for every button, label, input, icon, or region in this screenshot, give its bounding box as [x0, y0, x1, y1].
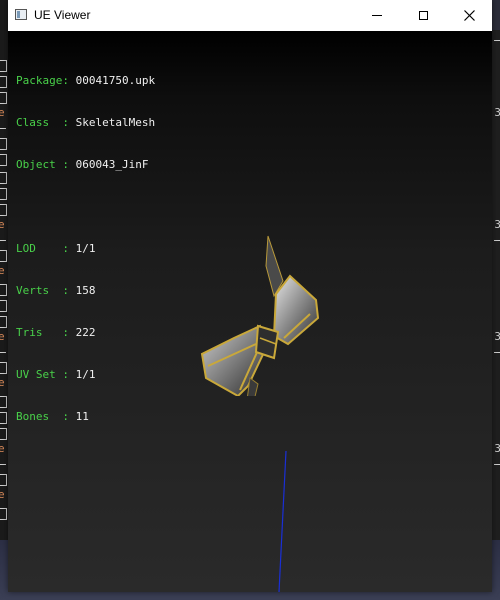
mesh-info-overlay: Package: 00041750.upk Class : SkeletalMe…: [16, 46, 155, 452]
info-row-uvset: UV Set : 1/1: [16, 368, 96, 381]
axis-line: [278, 451, 287, 592]
minimize-button[interactable]: [354, 0, 400, 31]
info-row-class: Class : SkeletalMesh: [16, 116, 156, 129]
app-icon: [15, 9, 27, 20]
background-left-strip: e e e e e e e: [0, 0, 8, 600]
maximize-icon: [418, 11, 428, 20]
info-row-package: Package: 00041750.upk: [16, 74, 156, 87]
background-right-strip: 3 3 3 3: [492, 30, 500, 600]
info-row-object: Object : 060043_JinF: [16, 158, 149, 171]
info-row-verts: Verts : 158: [16, 284, 96, 297]
info-row-bones: Bones : 11: [16, 410, 89, 423]
close-button[interactable]: [446, 0, 492, 31]
window-title: UE Viewer: [34, 8, 91, 22]
title-bar[interactable]: UE Viewer: [8, 0, 492, 31]
info-row-tris: Tris : 222: [16, 326, 96, 339]
close-icon: [463, 10, 475, 21]
3d-viewport[interactable]: Package: 00041750.upk Class : SkeletalMe…: [8, 31, 492, 592]
minimize-icon: [372, 15, 382, 16]
info-row-lod: LOD : 1/1: [16, 242, 96, 255]
ue-viewer-window: UE Viewer Package: 00041750.upk Class : …: [8, 0, 492, 592]
bow-mesh: [200, 235, 320, 396]
maximize-button[interactable]: [400, 0, 446, 31]
